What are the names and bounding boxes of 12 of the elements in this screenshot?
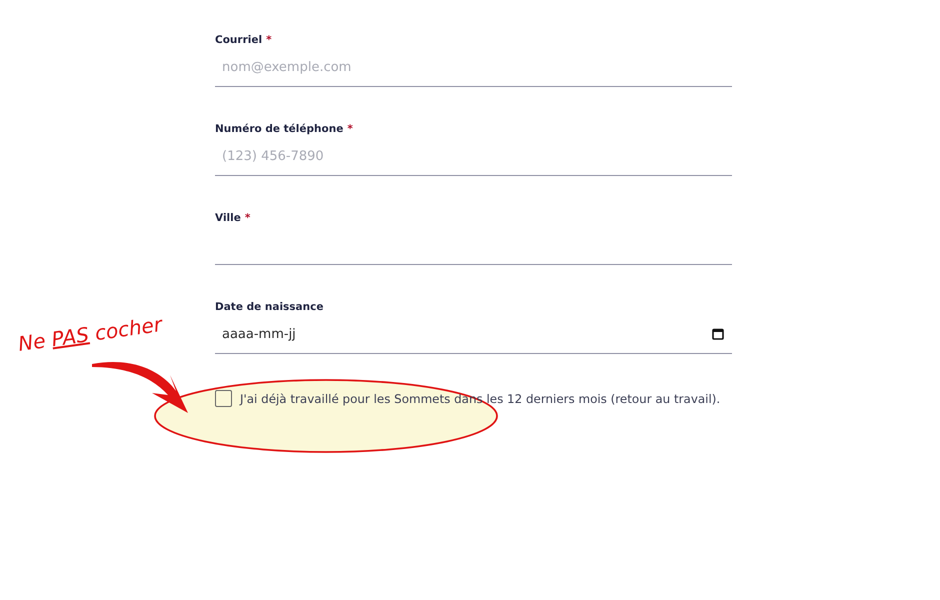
required-asterisk: * [347, 123, 353, 135]
field-label: Numéro de téléphone [215, 123, 344, 135]
field-label: Ville [215, 212, 241, 224]
input-field[interactable]: (123) 456-7890 [215, 137, 732, 176]
date-field[interactable]: aaaa-mm-jj [215, 315, 732, 354]
calendar-icon[interactable] [712, 328, 724, 340]
field-label: Date de naissance [215, 301, 324, 313]
handwritten-note: Ne PAS cocher [16, 312, 164, 356]
required-asterisk: * [266, 34, 272, 46]
field-label: Courriel [215, 34, 262, 46]
input-field[interactable]: nom@exemple.com [215, 48, 732, 87]
required-asterisk: * [244, 212, 250, 224]
